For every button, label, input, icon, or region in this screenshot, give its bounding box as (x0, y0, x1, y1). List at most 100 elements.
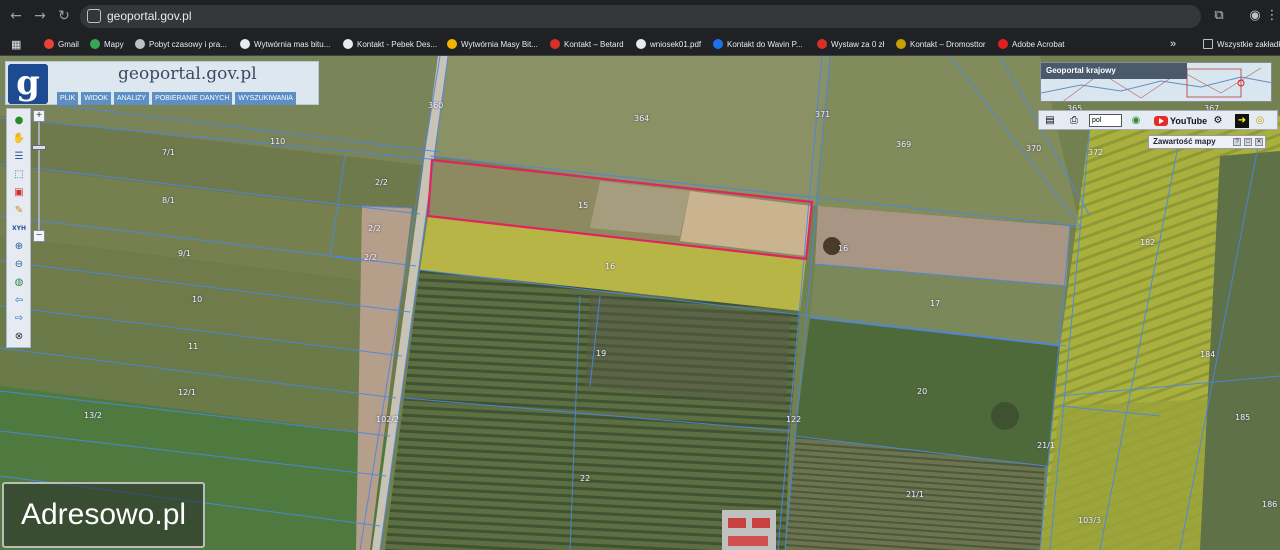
bookmark-item[interactable]: Kontakt – Betard (550, 36, 624, 52)
map-contents-panel[interactable]: Zawartość mapy ? □ ✕ (1148, 135, 1266, 149)
bookmark-label: Wystaw za 0 zł (831, 39, 885, 49)
bookmark-label: Kontakt - Pebek Des... (357, 39, 438, 49)
draw-pencil-icon[interactable]: ✎ (12, 203, 26, 217)
help-circle-icon[interactable]: ◉ (1129, 114, 1143, 128)
arrow-right-icon[interactable]: ➜ (1235, 114, 1249, 128)
parcel-number-label: 9/1 (178, 249, 191, 258)
bookmark-item[interactable]: Wystaw za 0 zł (817, 36, 884, 52)
bookmark-item[interactable]: Gmail (44, 36, 79, 52)
arrow-back-icon[interactable]: ⇦ (12, 293, 26, 307)
bookmark-label: Pobyt czasowy i pra... (149, 39, 227, 49)
all-bookmarks-label: Wszystkie zakładki (1217, 39, 1280, 49)
geoportal-logo-text[interactable]: geoportal.gov.pl (118, 64, 257, 84)
bookmarks-bar: ▦ Gmail Mapy Pobyt czasowy i pra... Wytwórn… (0, 32, 1280, 56)
list-icon[interactable]: ☰ (12, 149, 26, 163)
parcel-number-label: 7/1 (162, 148, 175, 157)
globe-icon[interactable]: ◍ (12, 275, 26, 289)
extensions-icon[interactable]: ⧉ (1211, 8, 1227, 24)
menu-pobieranie-danych[interactable]: POBIERANIE DANYCH (152, 92, 233, 105)
parcel-number-label: 21/1 (906, 490, 924, 499)
right-toolbar: ▤ ⎙ pol ◉ YouTube ⚙ ➜ ◎ (1038, 110, 1278, 130)
url-text: geoportal.gov.pl (107, 9, 192, 23)
parcel-number-label: 22 (580, 474, 591, 483)
parcel-number-label: 369 (896, 140, 912, 149)
reload-icon[interactable]: ↻ (56, 8, 72, 24)
apps-grid-icon[interactable]: ▦ (11, 36, 21, 52)
parcel-number-label: 15 (578, 201, 589, 210)
more-bookmarks-icon[interactable]: » (1170, 36, 1176, 52)
forward-arrow-icon[interactable]: → (32, 8, 48, 24)
bookmark-item[interactable]: Kontakt - Pebek Des... (343, 36, 437, 52)
parcel-number-label: 184 (1200, 350, 1216, 359)
zoom-knob[interactable] (32, 145, 46, 150)
youtube-label: YouTube (1170, 116, 1208, 126)
bookmark-item[interactable]: Pobyt czasowy i pra... (135, 36, 227, 52)
bookmark-item[interactable]: Kontakt – Dromosttor (896, 36, 986, 52)
bookmark-label: Gmail (58, 39, 79, 49)
crosshair-icon[interactable]: ⊗ (12, 329, 26, 343)
parcel-number-label: 16 (838, 244, 849, 253)
overview-map[interactable]: Geoportal krajowy (1040, 62, 1272, 102)
contents-help-button[interactable]: ? (1233, 138, 1241, 146)
browser-toolbar: ← → ↻ geoportal.gov.pl ⧉ ◉ ⋮ (0, 0, 1280, 32)
eye-icon[interactable]: ◎ (1253, 114, 1267, 128)
parcel-number-label: 21/1 (1037, 441, 1055, 450)
parcel-number-label: 10 (192, 295, 203, 304)
parcel-number-label: 13/2 (84, 411, 102, 420)
bookmark-favicon-icon (343, 39, 353, 49)
all-bookmarks[interactable]: Wszystkie zakładki (1203, 36, 1280, 52)
contents-maximize-button[interactable]: □ (1244, 138, 1252, 146)
print-icon[interactable]: ⎙ (1067, 114, 1081, 128)
bookmark-label: Adobe Acrobat (1012, 39, 1065, 49)
menu-plik[interactable]: PLIK (57, 92, 79, 105)
bookmark-item[interactable]: Mapy (90, 36, 124, 52)
bookmark-item[interactable]: Kontakt do Wavin P... (713, 36, 803, 52)
bookmark-favicon-icon (636, 39, 646, 49)
language-select[interactable]: pol (1089, 114, 1122, 127)
site-info-icon[interactable] (87, 9, 101, 23)
zoom-minus-button[interactable]: − (33, 230, 45, 242)
menu-analizy[interactable]: ANALIZY (113, 92, 150, 105)
youtube-link[interactable]: YouTube (1154, 114, 1207, 128)
parcel-number-label: 102/2 (376, 415, 400, 424)
xyh-coordinates-icon[interactable]: XYH (12, 221, 26, 235)
parcel-number-label: 372 (1088, 148, 1104, 157)
bookmark-favicon-icon (135, 39, 145, 49)
zoom-track[interactable] (38, 122, 40, 232)
menu-dots-icon[interactable]: ⋮ (1264, 8, 1280, 24)
profile-icon[interactable]: ◉ (1247, 8, 1263, 24)
parcel-number-label: 16 (605, 262, 616, 271)
contents-close-button[interactable]: ✕ (1255, 138, 1263, 146)
zoom-slider[interactable]: + − (31, 108, 47, 244)
parcel-number-label: 371 (815, 110, 831, 119)
bookmark-favicon-icon (550, 39, 560, 49)
parcel-number-label: 17 (930, 299, 941, 308)
parcel-number-label: 360 (428, 101, 444, 110)
geoportal-logo-icon[interactable]: g (8, 64, 48, 104)
bookmark-favicon-icon (90, 39, 100, 49)
zoom-plus-button[interactable]: + (33, 110, 45, 122)
address-bar[interactable]: geoportal.gov.pl (80, 5, 1201, 28)
arrow-forward-icon[interactable]: ⇨ (12, 311, 26, 325)
zoom-in-icon[interactable]: ⊕ (12, 239, 26, 253)
bookmark-favicon-icon (447, 39, 457, 49)
hand-pan-icon[interactable]: ✋ (12, 131, 26, 145)
parcel-number-label: 110 (270, 137, 286, 146)
menu-wyszukiwania[interactable]: WYSZUKIWANIA (235, 92, 296, 105)
select-area-icon[interactable]: ⬚ (12, 167, 26, 181)
adresowo-watermark: Adresowo.pl (2, 482, 205, 548)
zoom-out-icon[interactable]: ⊖ (12, 257, 26, 271)
map-view[interactable]: 7/1 8/1 9/1 10 11 12/1 13/2 110 2/2 2/2 2/2 360 364 3… (0, 56, 1280, 550)
bookmark-item[interactable]: Wytwórnia mas bitu... (240, 36, 330, 52)
settings-wheel-icon[interactable]: ⚙ (1211, 114, 1225, 128)
back-arrow-icon[interactable]: ← (8, 8, 24, 24)
bookmark-favicon-icon (240, 39, 250, 49)
select-red-icon[interactable]: ▣ (12, 185, 26, 199)
bookmark-item[interactable]: Wytwórnia Masy Bit... (447, 36, 538, 52)
legend-icon[interactable]: ▤ (1043, 114, 1057, 128)
menu-widok[interactable]: WIDOK (81, 92, 111, 105)
bookmark-item[interactable]: wniosek01.pdf (636, 36, 701, 52)
info-icon[interactable]: ● (12, 113, 26, 127)
bookmark-favicon-icon (44, 39, 54, 49)
bookmark-item[interactable]: Adobe Acrobat (998, 36, 1064, 52)
